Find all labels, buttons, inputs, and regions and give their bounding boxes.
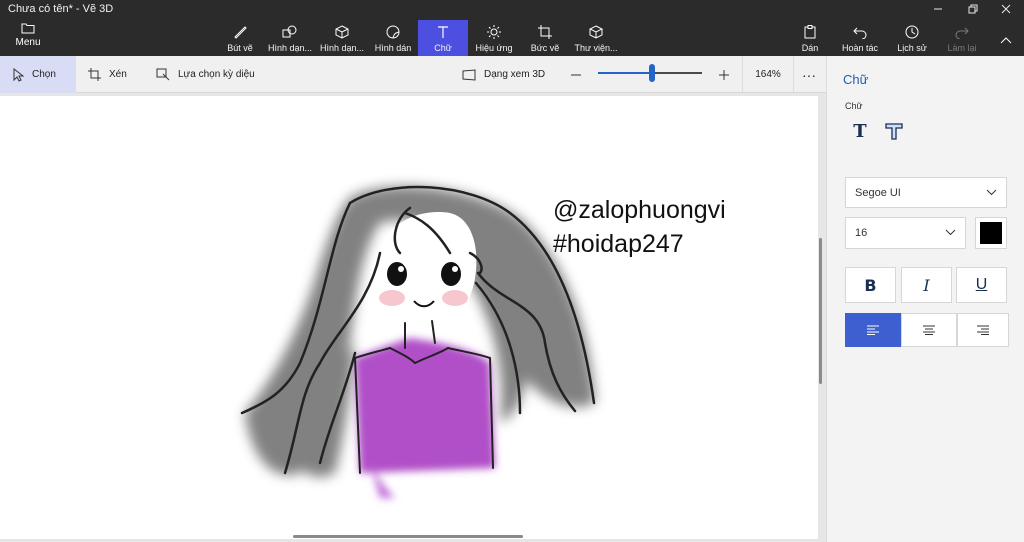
menu-button[interactable]: Menu <box>8 22 48 54</box>
tool-3d-shapes[interactable]: Hình dạn... <box>318 20 366 56</box>
tool-effects[interactable]: Hiệu ứng <box>474 20 514 56</box>
vertical-scrollbar[interactable] <box>819 238 822 384</box>
underline-button[interactable]: U <box>956 267 1007 303</box>
2d-text-icon: T <box>853 120 867 142</box>
minus-icon <box>570 69 582 81</box>
folder-icon <box>21 23 35 34</box>
3d-text-icon <box>885 123 903 140</box>
canvas-area[interactable]: @zalophuongvi #hoidap247 <box>0 93 826 542</box>
2d-shapes-icon <box>282 24 298 40</box>
font-size-select[interactable]: 16 <box>845 217 966 249</box>
canvas-text-line[interactable]: #hoidap247 <box>553 230 684 259</box>
chevron-down-icon <box>986 187 997 199</box>
paste-icon <box>802 24 818 40</box>
menu-label: Menu <box>15 37 41 48</box>
brush-icon <box>232 24 248 40</box>
crop-button[interactable]: Xén <box>88 56 127 93</box>
tool-2d-shapes[interactable]: Hình dạn... <box>266 20 314 56</box>
tool-stickers[interactable]: Hình dán <box>372 20 414 56</box>
right-blush <box>442 290 468 306</box>
zoom-slider-thumb[interactable] <box>649 64 656 82</box>
italic-button[interactable]: I <box>901 267 952 303</box>
canvas-icon <box>537 24 553 40</box>
magic-select-icon <box>156 68 170 81</box>
redo-icon <box>954 24 970 40</box>
history-icon <box>904 24 920 40</box>
left-eye <box>387 262 407 286</box>
align-right-button[interactable] <box>957 313 1009 347</box>
horizontal-scrollbar[interactable] <box>293 535 523 538</box>
tool-brushes[interactable]: Bút vẽ <box>222 20 258 56</box>
3d-shapes-icon <box>334 24 350 40</box>
panel-title: Chữ <box>843 72 869 87</box>
zoom-in-button[interactable] <box>718 56 738 93</box>
drawing <box>240 185 596 498</box>
font-family-select[interactable]: Segoe UI <box>845 177 1007 208</box>
close-icon <box>1001 4 1011 14</box>
undo-icon <box>852 24 868 40</box>
tool-text[interactable]: Chữ <box>418 20 468 56</box>
bold-button[interactable]: B <box>845 267 896 303</box>
right-eye <box>441 262 461 286</box>
text-icon <box>435 24 451 40</box>
window-title: Chưa có tên* - Vẽ 3D <box>8 3 114 15</box>
history-button[interactable]: Lịch sử <box>896 20 928 56</box>
top-ribbon: Chưa có tên* - Vẽ 3D Menu Bút vẽ Hình dạ… <box>0 0 1024 56</box>
paste-button[interactable]: Dán <box>798 20 822 56</box>
more-options-button[interactable]: ··· <box>802 56 816 93</box>
chevron-up-icon <box>998 32 1014 48</box>
align-left-button[interactable] <box>845 313 901 347</box>
restore-button[interactable] <box>955 0 991 18</box>
3d-text-button[interactable] <box>883 120 905 142</box>
magic-select-button[interactable]: Lựa chọn kỳ diệu <box>156 56 255 93</box>
align-center-icon <box>923 325 935 335</box>
stickers-icon <box>385 24 401 40</box>
view-3d-button[interactable]: Dạng xem 3D <box>462 56 545 93</box>
shirt <box>355 338 495 498</box>
align-left-icon <box>867 325 879 335</box>
canvas-toolbar: Chọn Xén Lựa chọn kỳ diệu Dạng xem 3D 16… <box>0 56 826 93</box>
title-bar: Chưa có tên* - Vẽ 3D <box>0 0 1024 18</box>
plus-icon <box>718 69 730 81</box>
restore-icon <box>968 4 978 14</box>
zoom-level[interactable]: 164% <box>742 56 794 93</box>
select-button[interactable]: Chọn <box>0 56 76 93</box>
redo-button[interactable]: Làm lại <box>946 20 978 56</box>
3d-library-icon <box>588 24 604 40</box>
align-center-button[interactable] <box>901 313 957 347</box>
text-type-label: Chữ <box>845 101 863 111</box>
crop-icon <box>88 68 101 81</box>
more-icon: ··· <box>802 66 816 83</box>
text-color-button[interactable] <box>975 217 1007 249</box>
text-properties-panel: Chữ Chữ T Segoe UI 16 B I U <box>826 56 1024 542</box>
tool-canvas[interactable]: Bức vẽ <box>528 20 562 56</box>
pointer-icon <box>12 67 24 82</box>
2d-text-button[interactable]: T <box>849 120 871 142</box>
effects-icon <box>486 24 502 40</box>
color-swatch <box>980 222 1002 244</box>
undo-button[interactable]: Hoàn tác <box>840 20 880 56</box>
left-blush <box>379 290 405 306</box>
drawing-canvas[interactable]: @zalophuongvi #hoidap247 <box>0 96 818 539</box>
minimize-button[interactable] <box>920 0 956 18</box>
close-button[interactable] <box>988 0 1024 18</box>
zoom-slider-fill <box>598 72 653 74</box>
zoom-out-button[interactable] <box>570 56 590 93</box>
canvas-text-line[interactable]: @zalophuongvi <box>553 196 726 225</box>
align-right-icon <box>977 325 989 335</box>
tool-3d-library[interactable]: Thư viện... <box>572 20 620 56</box>
minimize-icon <box>934 8 942 10</box>
3d-view-icon <box>462 68 476 81</box>
chevron-down-icon <box>945 227 956 239</box>
